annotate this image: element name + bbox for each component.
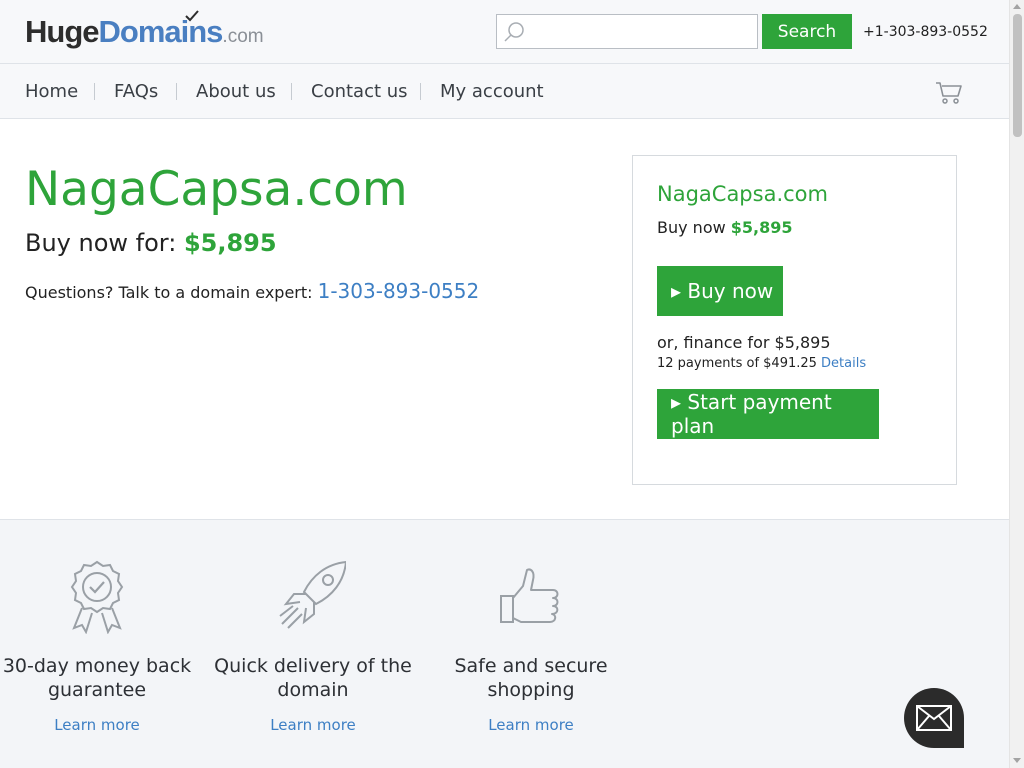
questions-label: Questions? Talk to a domain expert:: [25, 283, 318, 302]
header-phone[interactable]: +1-303-893-0552: [863, 24, 988, 40]
finance-text: or, finance for $5,895: [657, 333, 831, 352]
panel-buy-now-label: Buy now: [657, 218, 731, 237]
details-link[interactable]: Details: [821, 356, 866, 371]
ribbon-check-icon: [70, 560, 124, 634]
feature-learn-more-link[interactable]: Learn more: [0, 716, 197, 734]
search-input[interactable]: [496, 14, 758, 49]
panel-price: $5,895: [730, 218, 793, 237]
logo-huge: Huge: [25, 14, 99, 49]
feature-learn-more-link[interactable]: Learn more: [431, 716, 631, 734]
feature-title: 30-day money back guarantee: [2, 655, 192, 701]
rocket-icon: [279, 560, 346, 629]
search-icon: [504, 22, 524, 42]
payments-text: 12 payments of $491.25: [657, 356, 822, 371]
shopping-cart-icon[interactable]: [935, 81, 963, 105]
envelope-icon: [916, 705, 952, 731]
vertical-scrollbar[interactable]: [1009, 0, 1024, 768]
payments-line: 12 payments of $491.25 Details: [657, 356, 866, 371]
page: HugeDomains.com Search +1-303-893-0552 H…: [0, 0, 1009, 768]
logo-check-icon: [185, 10, 199, 22]
panel-domain-name: NagaCapsa.com: [657, 182, 828, 206]
nav-divider: [291, 83, 292, 100]
purchase-panel: NagaCapsa.com Buy now $5,895 ▸ Buy now o…: [632, 155, 957, 485]
logo-domains: Domains: [98, 14, 224, 49]
expert-contact-line: Questions? Talk to a domain expert: 1-30…: [25, 279, 479, 303]
domain-title: NagaCapsa.com: [25, 162, 408, 217]
scroll-up-arrow-icon[interactable]: [1013, 4, 1021, 9]
nav-home[interactable]: Home: [25, 81, 78, 102]
buy-now-button[interactable]: ▸ Buy now: [657, 266, 783, 316]
nav-divider: [420, 83, 421, 100]
start-payment-plan-button[interactable]: ▸ Start payment plan: [657, 389, 879, 439]
main-nav: Home FAQs About us Contact us My account: [0, 64, 1009, 119]
chat-button[interactable]: [904, 688, 964, 748]
domain-price: $5,895: [183, 229, 277, 257]
scroll-down-arrow-icon[interactable]: [1013, 758, 1021, 763]
features-band: 30-day money back guarantee Learn more Q…: [0, 519, 1009, 768]
feature-title: Safe and secure shopping: [454, 655, 608, 701]
nav-divider: [94, 83, 95, 100]
nav-contact-us[interactable]: Contact us: [311, 81, 408, 102]
buy-now-label: Buy now for:: [25, 229, 184, 257]
thumbs-up-icon: [500, 568, 559, 623]
buy-now-line: Buy now for: $5,895: [25, 229, 277, 257]
search-button[interactable]: Search: [762, 14, 852, 49]
nav-about-us[interactable]: About us: [196, 81, 276, 102]
scrollbar-thumb[interactable]: [1013, 14, 1022, 137]
feature-title: Quick delivery of the domain: [214, 655, 412, 701]
expert-phone-link[interactable]: 1-303-893-0552: [318, 279, 480, 303]
feature-learn-more-link[interactable]: Learn more: [213, 716, 413, 734]
logo-com: .com: [222, 26, 264, 47]
nav-divider: [176, 83, 177, 100]
nav-my-account[interactable]: My account: [440, 81, 544, 102]
top-header: HugeDomains.com Search +1-303-893-0552: [0, 0, 1009, 64]
panel-buy-now-line: Buy now $5,895: [657, 218, 793, 237]
hugedomains-logo[interactable]: HugeDomains.com: [25, 10, 264, 50]
nav-faqs[interactable]: FAQs: [114, 81, 158, 102]
